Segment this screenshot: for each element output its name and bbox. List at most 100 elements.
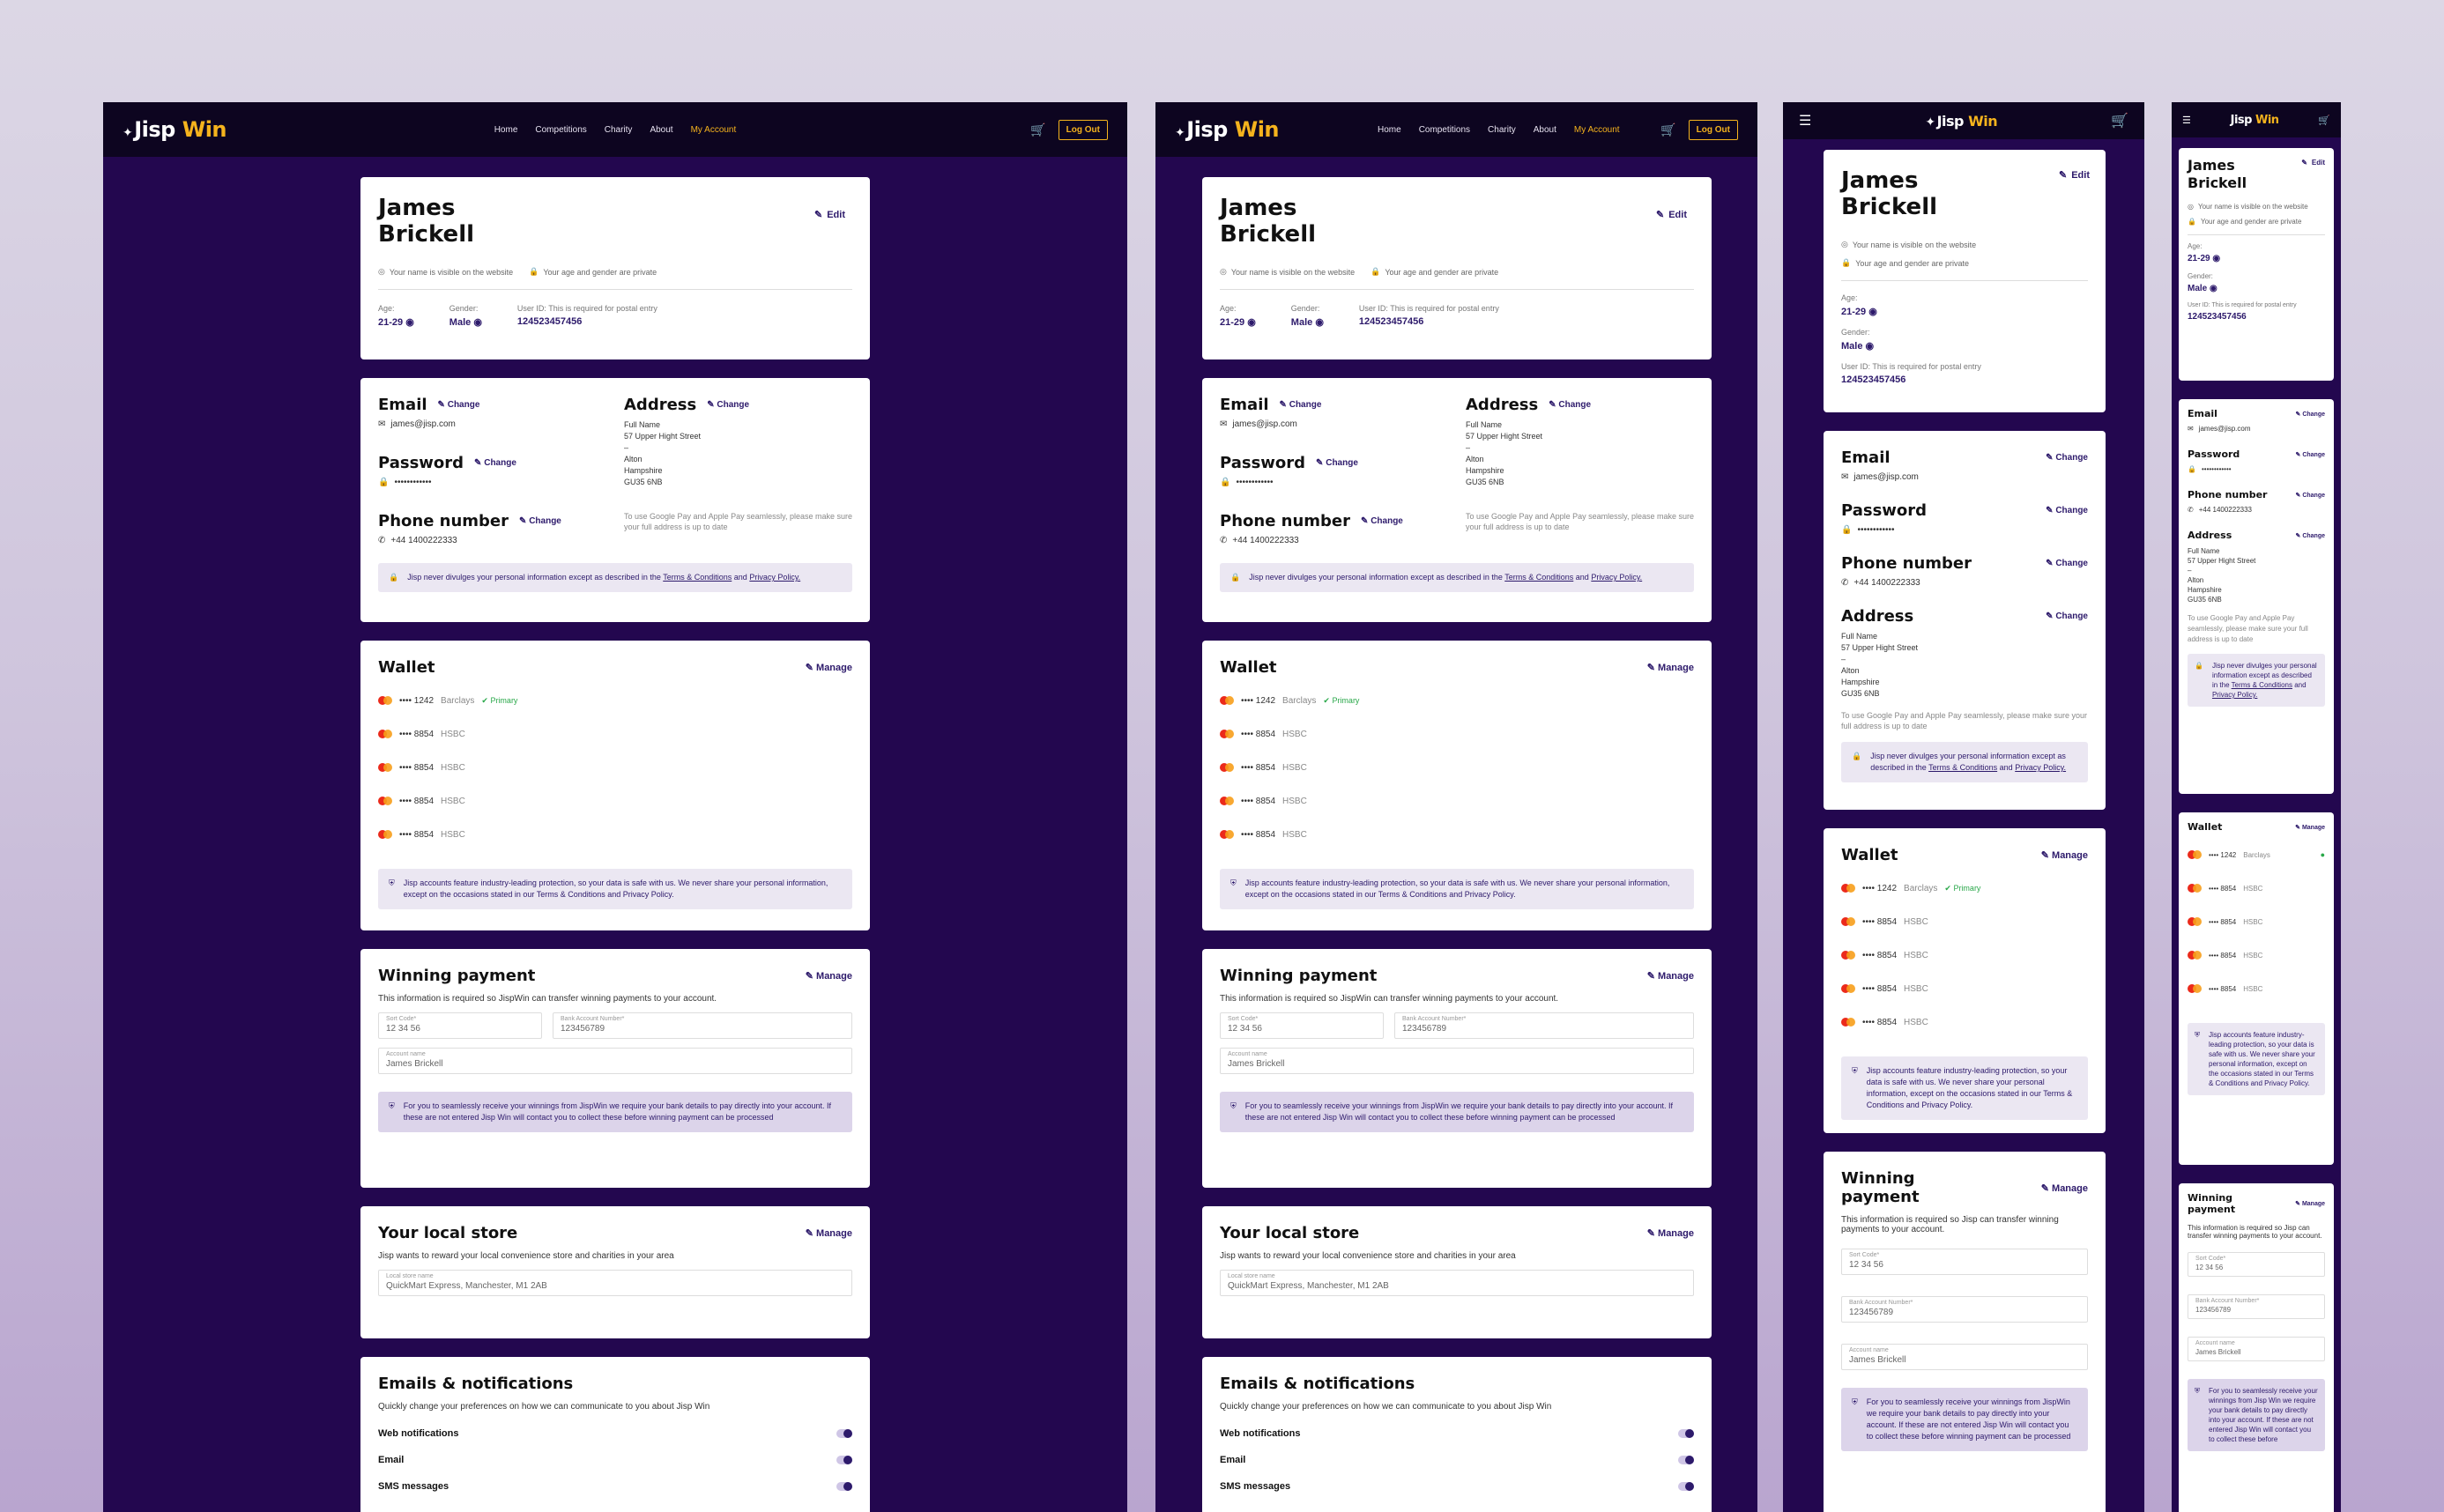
account-name-field[interactable]: Account name James Brickell: [2188, 1337, 2325, 1361]
nav-competitions[interactable]: Competitions: [535, 125, 586, 135]
email-toggle[interactable]: [836, 1456, 852, 1464]
nav-my-account[interactable]: My Account: [691, 125, 737, 135]
nav-charity[interactable]: Charity: [1488, 125, 1516, 135]
change-email-button[interactable]: ✎ Change: [438, 400, 480, 410]
account-number-field[interactable]: Bank Account Number* 123456789: [1394, 1012, 1694, 1039]
wallet-card-row[interactable]: •••• 8854 HSBC: [2188, 871, 2325, 905]
privacy-link[interactable]: Privacy Policy.: [2212, 691, 2257, 699]
email-toggle[interactable]: [1678, 1456, 1694, 1464]
change-email-button[interactable]: ✎ Change: [2296, 411, 2325, 418]
change-address-button[interactable]: ✎ Change: [2046, 611, 2088, 621]
account-name-field[interactable]: Account name James Brickell: [378, 1048, 852, 1074]
change-password-button[interactable]: ✎ Change: [2296, 451, 2325, 458]
wallet-card-row[interactable]: •••• 1242 Barclays ●: [2188, 838, 2325, 871]
nav-about[interactable]: About: [650, 125, 672, 135]
nav-my-account[interactable]: My Account: [1574, 125, 1620, 135]
wallet-card-row[interactable]: •••• 8854 HSBC: [2188, 972, 2325, 1005]
manage-store-button[interactable]: ✎ Manage: [1647, 1227, 1694, 1239]
logo[interactable]: Jisp Win: [2231, 114, 2279, 127]
change-phone-button[interactable]: ✎ Change: [2296, 492, 2325, 499]
sort-code-field[interactable]: Sort Code* 12 34 56: [1220, 1012, 1384, 1039]
change-email-button[interactable]: ✎ Change: [1280, 400, 1322, 410]
change-phone-button[interactable]: ✎ Change: [1361, 516, 1403, 526]
sort-code-field[interactable]: Sort Code* 12 34 56: [1841, 1249, 2088, 1275]
basket-icon[interactable]: 🛒: [1030, 122, 1045, 137]
wallet-card-row[interactable]: •••• 1242 Barclays ✔ Primary: [1220, 684, 1694, 717]
manage-winning-button[interactable]: ✎ Manage: [1647, 970, 1694, 982]
wallet-card-row[interactable]: •••• 8854 HSBC: [1220, 751, 1694, 784]
sms-toggle[interactable]: [836, 1482, 852, 1491]
account-name-field[interactable]: Account name James Brickell: [1220, 1048, 1694, 1074]
edit-button[interactable]: ✎ Edit: [1656, 209, 1687, 221]
privacy-link[interactable]: Privacy Policy.: [1591, 573, 1642, 582]
menu-icon[interactable]: ☰: [1799, 112, 1811, 130]
basket-icon[interactable]: 🛒: [2111, 112, 2128, 130]
terms-link[interactable]: Terms & Conditions: [1928, 763, 1997, 772]
change-address-button[interactable]: ✎ Change: [2296, 532, 2325, 539]
sort-code-field[interactable]: Sort Code* 12 34 56: [2188, 1252, 2325, 1277]
change-password-button[interactable]: ✎ Change: [474, 458, 516, 468]
wallet-card-row[interactable]: •••• 8854 HSBC: [1220, 784, 1694, 818]
basket-icon[interactable]: 🛒: [2318, 115, 2330, 126]
local-store-field[interactable]: Local store name QuickMart Express, Manch…: [378, 1270, 852, 1296]
manage-winning-button[interactable]: ✎ Manage: [806, 970, 852, 982]
wallet-card-row[interactable]: •••• 8854 HSBC: [1841, 1005, 2088, 1039]
manage-store-button[interactable]: ✎ Manage: [806, 1227, 852, 1239]
wallet-card-row[interactable]: •••• 8854 HSBC: [1841, 905, 2088, 938]
change-address-button[interactable]: ✎ Change: [1549, 400, 1591, 410]
privacy-link[interactable]: Privacy Policy.: [2015, 763, 2066, 772]
terms-link[interactable]: Terms & Conditions: [1504, 573, 1573, 582]
logo[interactable]: ✦Jisp Win: [123, 117, 227, 142]
sort-code-field[interactable]: Sort Code* 12 34 56: [378, 1012, 542, 1039]
wallet-card-row[interactable]: •••• 8854 HSBC: [378, 751, 852, 784]
wallet-card-row[interactable]: •••• 8854 HSBC: [2188, 905, 2325, 938]
change-address-button[interactable]: ✎ Change: [707, 400, 749, 410]
edit-button[interactable]: ✎ Edit: [2059, 169, 2090, 182]
nav-competitions[interactable]: Competitions: [1419, 125, 1470, 135]
logo[interactable]: ✦Jisp Win: [1175, 117, 1280, 142]
manage-winning-button[interactable]: ✎ Manage: [2295, 1200, 2325, 1207]
terms-link[interactable]: Terms & Conditions: [663, 573, 732, 582]
terms-link[interactable]: Terms & Conditions: [2232, 681, 2292, 689]
wallet-card-row[interactable]: •••• 8854 HSBC: [1220, 717, 1694, 751]
wallet-card-row[interactable]: •••• 8854 HSBC: [1220, 818, 1694, 851]
change-password-button[interactable]: ✎ Change: [1316, 458, 1358, 468]
manage-wallet-button[interactable]: ✎ Manage: [1647, 662, 1694, 673]
nav-charity[interactable]: Charity: [605, 125, 633, 135]
logout-button[interactable]: Log Out: [1058, 119, 1108, 140]
wallet-card-row[interactable]: •••• 1242 Barclays ✔ Primary: [378, 684, 852, 717]
change-email-button[interactable]: ✎ Change: [2046, 453, 2088, 463]
account-number-field[interactable]: Bank Account Number* 123456789: [1841, 1296, 2088, 1323]
nav-about[interactable]: About: [1534, 125, 1556, 135]
change-password-button[interactable]: ✎ Change: [2046, 506, 2088, 515]
wallet-card-row[interactable]: •••• 1242 Barclays ✔ Primary: [1841, 871, 2088, 905]
wallet-card-row[interactable]: •••• 8854 HSBC: [378, 717, 852, 751]
edit-button[interactable]: ✎ Edit: [814, 209, 845, 221]
logout-button[interactable]: Log Out: [1688, 119, 1738, 140]
web-notifications-toggle[interactable]: [836, 1429, 852, 1438]
sms-toggle[interactable]: [1678, 1482, 1694, 1491]
manage-winning-button[interactable]: ✎ Manage: [2041, 1182, 2088, 1194]
local-store-field[interactable]: Local store name QuickMart Express, Manch…: [1220, 1270, 1694, 1296]
manage-wallet-button[interactable]: ✎ Manage: [2041, 849, 2088, 861]
web-notifications-toggle[interactable]: [1678, 1429, 1694, 1438]
manage-wallet-button[interactable]: ✎ Manage: [2295, 824, 2325, 831]
account-number-field[interactable]: Bank Account Number* 123456789: [2188, 1294, 2325, 1319]
account-name-field[interactable]: Account name James Brickell: [1841, 1344, 2088, 1370]
wallet-card-row[interactable]: •••• 8854 HSBC: [378, 818, 852, 851]
logo[interactable]: ✦Jisp Win: [1925, 113, 1997, 130]
wallet-card-row[interactable]: •••• 8854 HSBC: [1841, 938, 2088, 972]
edit-button[interactable]: ✎ Edit: [2301, 159, 2325, 167]
account-number-field[interactable]: Bank Account Number* 123456789: [553, 1012, 852, 1039]
change-phone-button[interactable]: ✎ Change: [2046, 559, 2088, 568]
menu-icon[interactable]: ☰: [2182, 115, 2191, 126]
wallet-card-row[interactable]: •••• 8854 HSBC: [1841, 972, 2088, 1005]
nav-home[interactable]: Home: [1378, 125, 1401, 135]
privacy-link[interactable]: Privacy Policy.: [749, 573, 800, 582]
basket-icon[interactable]: 🛒: [1660, 122, 1675, 137]
wallet-card-row[interactable]: •••• 8854 HSBC: [378, 784, 852, 818]
change-phone-button[interactable]: ✎ Change: [519, 516, 561, 526]
wallet-card-row[interactable]: •••• 8854 HSBC: [2188, 938, 2325, 972]
manage-wallet-button[interactable]: ✎ Manage: [806, 662, 852, 673]
nav-home[interactable]: Home: [494, 125, 518, 135]
